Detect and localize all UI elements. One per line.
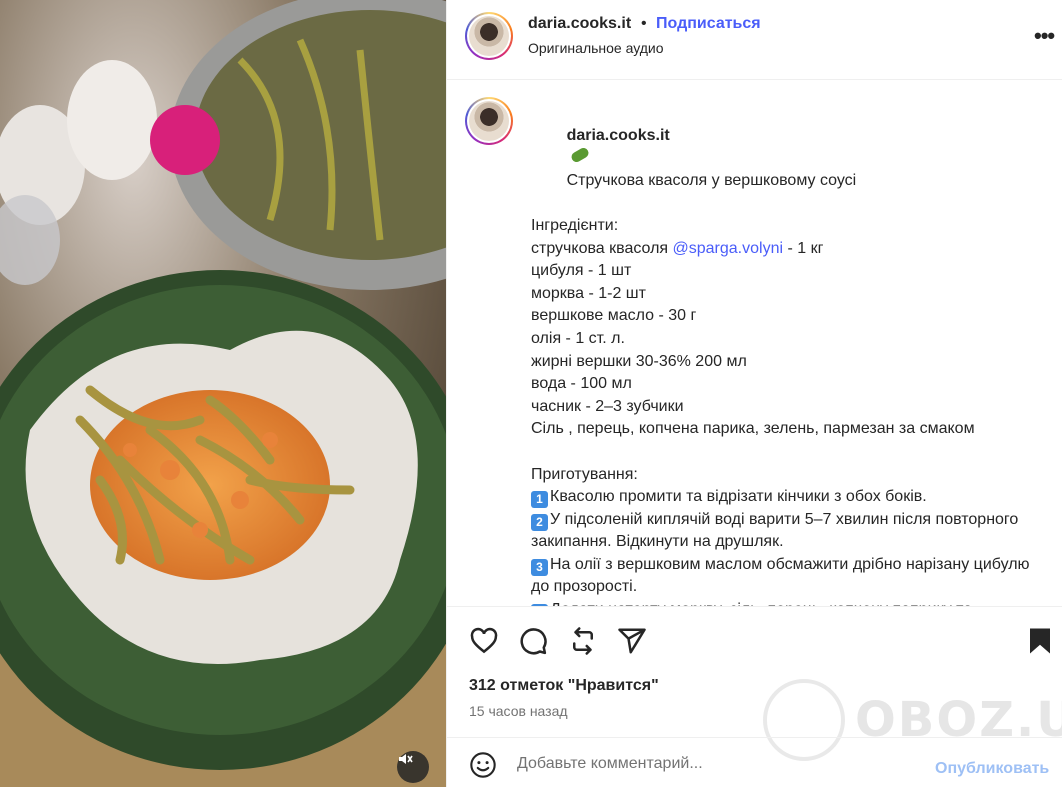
follow-button[interactable]: Подписаться xyxy=(656,15,761,33)
caption-username[interactable]: daria.cooks.it xyxy=(567,127,670,144)
save-bookmark-icon[interactable] xyxy=(1025,626,1055,656)
caption-title: Стручкова квасоля у вершковому соусі xyxy=(566,171,857,189)
caption-line: морква - 1-2 шт xyxy=(531,284,646,302)
post-media[interactable] xyxy=(0,0,446,787)
recipe-step: 3 На олії з вершковим маслом обсмажити др… xyxy=(531,554,1041,599)
mute-toggle-button[interactable] xyxy=(397,751,429,783)
food-photo xyxy=(0,0,446,787)
publish-comment-button[interactable]: Опубликовать xyxy=(935,760,1049,778)
caption-line: цибуля - 1 шт xyxy=(531,262,632,280)
caption-area: daria.cooks.it Стручкова квасоля у вершк… xyxy=(447,81,1062,606)
caption-line: Сіль , перець, копчена парика, зелень, п… xyxy=(531,420,975,438)
step-number-icon: 2 xyxy=(531,513,548,531)
separator-dot: • xyxy=(641,15,647,32)
author-avatar[interactable] xyxy=(465,12,513,60)
comment-bar: Опубликовать xyxy=(447,737,1062,787)
step-text: На олії з вершковим маслом обсмажити дрі… xyxy=(531,555,1034,596)
step-text: Квасолю промити та відрізати кінчики з о… xyxy=(550,488,927,506)
caption-line: Інгредієнти: xyxy=(531,216,619,234)
more-options-icon[interactable]: ••• xyxy=(1034,23,1055,49)
post-header: daria.cooks.it • Подписаться Оригинально… xyxy=(447,0,1062,80)
comment-input[interactable] xyxy=(517,750,917,778)
caption-line: часник - 2–3 зубчики xyxy=(531,397,684,415)
post-caption: daria.cooks.it Стручкова квасоля у вершк… xyxy=(531,102,1041,606)
post-timestamp[interactable]: 15 часов назад xyxy=(469,703,568,719)
caption-line-text: - 1 кг xyxy=(783,239,824,257)
mention-link[interactable]: @sparga.volyni xyxy=(673,240,784,257)
recipe-step: 4Додати натерту моркву, сіль, перець, ко… xyxy=(531,599,1041,606)
post-details-panel: daria.cooks.it • Подписаться Оригинально… xyxy=(446,0,1062,787)
action-bar: 312 отметок "Нравится" 15 часов назад OB… xyxy=(447,606,1062,761)
likes-count[interactable]: 312 отметок "Нравится" xyxy=(469,677,659,695)
author-username[interactable]: daria.cooks.it xyxy=(528,15,631,33)
muted-speaker-icon xyxy=(399,754,413,764)
caption-line xyxy=(531,441,1041,464)
recipe-step: 1 Квасолю промити та відрізати кінчики з … xyxy=(531,486,1041,509)
caption-line: Приготування: xyxy=(531,465,638,483)
emoji-picker-icon[interactable] xyxy=(469,751,497,779)
caption-author-avatar[interactable] xyxy=(465,97,513,145)
comment-icon[interactable] xyxy=(518,626,548,656)
recipe-step: 2У підсоленій киплячій воді варити 5–7 х… xyxy=(531,509,1041,554)
share-send-icon[interactable] xyxy=(617,626,647,656)
caption-line: олія - 1 ст. л. xyxy=(531,329,625,347)
step-text: У підсоленій киплячій воді варити 5–7 хв… xyxy=(531,510,1023,551)
step-number-icon: 3 xyxy=(531,558,548,576)
caption-line: жирні вершки 30-36% 200 мл xyxy=(531,352,747,370)
caption-line-text: стручкова квасоля xyxy=(531,239,673,257)
repost-icon[interactable] xyxy=(568,626,598,656)
caption-line: вода - 100 мл xyxy=(531,375,632,393)
step-number-icon: 1 xyxy=(531,491,548,509)
like-heart-icon[interactable] xyxy=(469,626,499,656)
bean-emoji-icon xyxy=(569,146,590,165)
caption-line: стручкова квасоля @sparga.volyni - 1 кг xyxy=(531,238,1041,261)
audio-label[interactable]: Оригинальное аудио xyxy=(528,40,664,56)
caption-line: вершкове масло - 30 г xyxy=(531,307,697,325)
